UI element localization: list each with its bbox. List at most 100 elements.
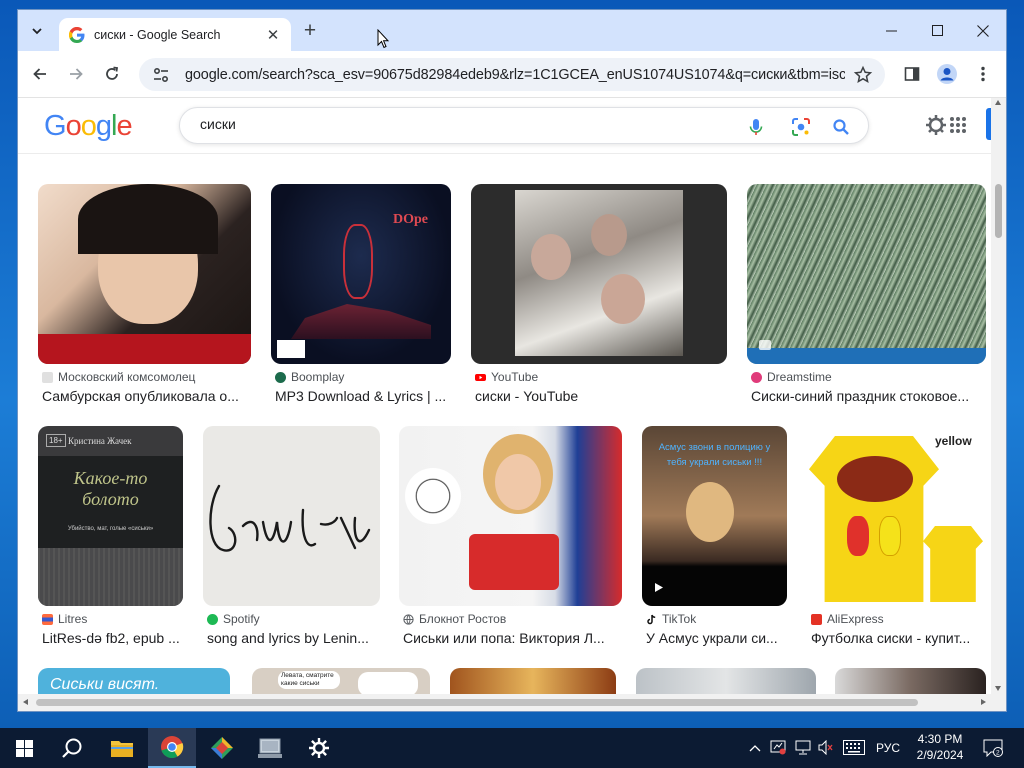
close-window-button[interactable] bbox=[960, 10, 1006, 51]
result-thumbnail[interactable]: Асмус звони в полицию у тебя украли сись… bbox=[642, 426, 787, 606]
account-button-edge[interactable] bbox=[986, 108, 991, 140]
play-icon[interactable] bbox=[654, 582, 664, 593]
dreamstime-favicon-icon bbox=[751, 371, 762, 383]
forward-button[interactable] bbox=[62, 60, 90, 88]
result-thumbnail[interactable]: Левата, сматрите какие сиськи bbox=[252, 668, 430, 694]
result-source[interactable]: Dreamstime bbox=[751, 370, 986, 384]
scroll-up-icon[interactable] bbox=[995, 100, 1001, 105]
search-submit-icon[interactable] bbox=[830, 116, 852, 138]
result-thumbnail[interactable]: 18+ Кристина Жачек Какое-то болото Убийс… bbox=[38, 426, 183, 606]
result-source[interactable]: AliExpress bbox=[811, 612, 986, 626]
horizontal-scrollbar[interactable] bbox=[18, 694, 1006, 711]
svg-text:2: 2 bbox=[996, 750, 1000, 757]
scroll-right-icon[interactable] bbox=[981, 699, 986, 705]
voice-search-icon[interactable] bbox=[745, 116, 767, 138]
file-explorer-button[interactable] bbox=[98, 728, 146, 768]
result-thumbnail[interactable] bbox=[203, 426, 380, 606]
source-label: TikTok bbox=[662, 612, 697, 626]
bookmark-star-icon[interactable] bbox=[853, 65, 873, 85]
result-thumbnail[interactable]: DOpe bbox=[271, 184, 451, 364]
product-label-text: yellow bbox=[935, 434, 972, 448]
mouse-cursor-icon bbox=[377, 29, 389, 49]
lens-search-icon[interactable] bbox=[790, 116, 812, 138]
book-age-badge: 18+ bbox=[46, 434, 66, 447]
minimize-icon bbox=[885, 30, 897, 32]
result-caption[interactable]: MP3 Download & Lyrics | ... bbox=[275, 388, 450, 404]
language-indicator[interactable]: РУС bbox=[872, 741, 904, 755]
source-label: Московский комсомолец bbox=[58, 370, 196, 384]
more-vert-icon bbox=[981, 66, 985, 82]
browser-menu-button[interactable] bbox=[969, 60, 997, 88]
source-label: Boomplay bbox=[291, 370, 345, 384]
settings-gear-icon[interactable] bbox=[926, 112, 968, 138]
maximize-button[interactable] bbox=[914, 10, 960, 51]
result-caption[interactable]: Сиськи или попа: Виктория Л... bbox=[403, 630, 623, 646]
keyboard-icon[interactable] bbox=[843, 740, 865, 755]
result-thumbnail[interactable] bbox=[835, 668, 986, 694]
security-tray-icon[interactable] bbox=[770, 739, 786, 755]
back-button[interactable] bbox=[26, 60, 54, 88]
result-caption[interactable]: сиски - YouTube bbox=[475, 388, 725, 404]
google-logo[interactable]: Google bbox=[44, 110, 133, 143]
result-thumbnail[interactable] bbox=[471, 184, 727, 364]
result-caption[interactable]: У Асмус украли си... bbox=[646, 630, 791, 646]
reload-icon bbox=[106, 66, 119, 80]
tab-search-button[interactable] bbox=[24, 18, 50, 44]
clock-time[interactable]: 4:30 PM bbox=[910, 732, 970, 746]
scroll-left-icon[interactable] bbox=[23, 699, 28, 705]
result-thumbnail[interactable] bbox=[747, 184, 986, 364]
address-bar[interactable]: google.com/search?sca_esv=90675d82984ede… bbox=[139, 58, 885, 91]
start-button[interactable] bbox=[0, 728, 48, 768]
result-source[interactable]: YouTube bbox=[475, 370, 725, 384]
browser-window: сиски - Google Search ✕ + google.com/sea… bbox=[18, 10, 1006, 711]
result-source[interactable]: Spotify bbox=[207, 612, 382, 626]
result-source[interactable]: Litres bbox=[42, 612, 192, 626]
notifications-icon[interactable]: 2 bbox=[983, 739, 1003, 757]
tab-close-icon[interactable]: ✕ bbox=[265, 26, 281, 44]
new-tab-button[interactable]: + bbox=[298, 20, 322, 44]
boomplay-favicon-icon bbox=[275, 371, 286, 383]
horizontal-scroll-thumb[interactable] bbox=[36, 699, 918, 706]
minimize-button[interactable] bbox=[868, 10, 914, 51]
youtube-favicon-icon bbox=[475, 373, 486, 381]
result-caption[interactable]: LitRes-də fb2, epub ... bbox=[42, 630, 187, 646]
source-label: AliExpress bbox=[827, 612, 884, 626]
profile-button[interactable] bbox=[933, 60, 961, 88]
result-thumbnail[interactable]: Сиськи висят. bbox=[38, 668, 230, 694]
result-caption[interactable]: Футболка сиски - купит... bbox=[811, 630, 986, 646]
vertical-scrollbar[interactable] bbox=[991, 98, 1006, 694]
result-source[interactable]: Московский комсомолец bbox=[42, 370, 252, 384]
source-label: Spotify bbox=[223, 612, 260, 626]
browser-tab-active[interactable]: сиски - Google Search ✕ bbox=[59, 18, 291, 51]
result-thumbnail[interactable] bbox=[636, 668, 816, 694]
tray-chevron-up-icon[interactable] bbox=[749, 744, 761, 752]
result-source[interactable]: Boomplay bbox=[275, 370, 455, 384]
vertical-scroll-thumb[interactable] bbox=[995, 184, 1002, 238]
result-caption[interactable]: Сиски-синий праздник стоковое... bbox=[751, 388, 986, 404]
chrome-taskbar-button[interactable] bbox=[148, 728, 196, 768]
result-caption[interactable]: Самбурская опубликовала о... bbox=[42, 388, 252, 404]
reload-button[interactable] bbox=[98, 60, 126, 88]
taskbar-search-button[interactable] bbox=[48, 728, 96, 768]
result-thumbnail[interactable] bbox=[38, 184, 251, 364]
volume-muted-icon[interactable] bbox=[818, 740, 834, 755]
thumb-speech-text: Левата, сматрите какие сиськи bbox=[278, 671, 340, 689]
search-input[interactable] bbox=[200, 116, 720, 132]
app-taskbar-button-2[interactable] bbox=[246, 728, 294, 768]
result-caption[interactable]: song and lyrics by Lenin... bbox=[207, 630, 379, 646]
settings-taskbar-button[interactable] bbox=[295, 728, 343, 768]
windows-logo-icon bbox=[15, 739, 33, 757]
result-thumbnail[interactable] bbox=[399, 426, 622, 606]
side-panel-button[interactable] bbox=[898, 60, 926, 88]
app-taskbar-button[interactable] bbox=[198, 728, 246, 768]
result-source[interactable]: TikTok bbox=[646, 612, 791, 626]
network-icon[interactable] bbox=[795, 740, 811, 755]
result-thumbnail[interactable] bbox=[450, 668, 616, 694]
book-tagline-text: Убийство, мат, голые «сиськи» bbox=[67, 526, 154, 532]
clock-date[interactable]: 2/9/2024 bbox=[910, 748, 970, 762]
scroll-down-icon[interactable] bbox=[995, 686, 1001, 691]
result-thumbnail[interactable]: yellow bbox=[807, 426, 986, 606]
result-source[interactable]: Блокнот Ростов bbox=[403, 612, 623, 626]
tiktok-favicon-icon bbox=[647, 614, 656, 624]
site-info-icon[interactable] bbox=[151, 65, 171, 85]
